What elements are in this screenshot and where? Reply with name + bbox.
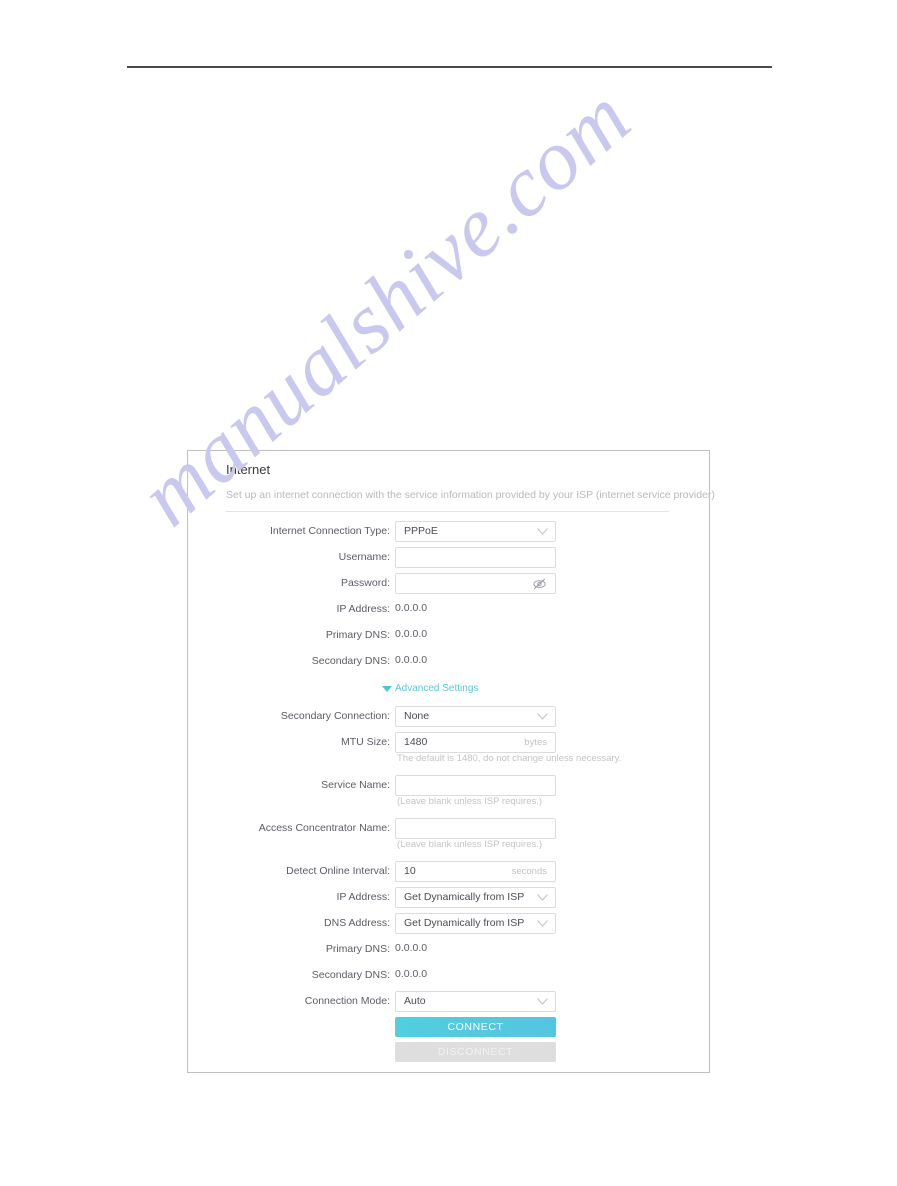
row-dns-address-mode: DNS Address: Get Dynamically from ISP xyxy=(188,913,709,939)
label-secondary-connection: Secondary Connection: xyxy=(280,710,390,722)
eye-slash-icon[interactable] xyxy=(532,577,547,591)
value-primary-dns-status: 0.0.0.0 xyxy=(395,628,428,640)
chevron-down-icon xyxy=(537,920,548,927)
row-password: Password: xyxy=(188,573,709,599)
label-dns-address-mode: DNS Address: xyxy=(324,917,390,929)
row-access-concentrator-name: Access Concentrator Name: xyxy=(188,818,709,839)
detect-online-interval-input[interactable]: 10 seconds xyxy=(395,861,556,882)
row-connect-button: CONNECT xyxy=(188,1017,709,1042)
mtu-size-input-value: 1480 xyxy=(404,736,428,748)
value-primary-dns-advanced: 0.0.0.0 xyxy=(395,942,428,954)
hint-access-concentrator-name: (Leave blank unless ISP requires.) xyxy=(397,839,543,850)
row-primary-dns-status: Primary DNS: 0.0.0.0 xyxy=(188,625,709,651)
label-internet-connection-type: Internet Connection Type: xyxy=(269,525,390,537)
detect-online-interval-unit: seconds xyxy=(511,866,547,877)
select-dns-address-mode-value: Get Dynamically from ISP xyxy=(404,917,525,929)
advanced-settings-toggle[interactable]: Advanced Settings xyxy=(382,683,479,694)
row-service-name: Service Name: xyxy=(188,775,709,796)
row-access-concentrator-hint: (Leave blank unless ISP requires.) xyxy=(188,836,709,861)
page-subtitle: Set up an internet connection with the s… xyxy=(226,489,715,501)
header-divider xyxy=(226,511,669,512)
row-secondary-dns-advanced: Secondary DNS: 0.0.0.0 xyxy=(188,965,709,991)
row-detect-online-interval: Detect Online Interval: 10 seconds xyxy=(188,861,709,887)
internet-form: Internet Connection Type: PPPoE Username… xyxy=(188,521,709,1067)
label-username: Username: xyxy=(338,551,390,563)
select-ip-address-mode[interactable]: Get Dynamically from ISP xyxy=(395,887,556,908)
page-title: Internet xyxy=(226,462,271,477)
select-dns-address-mode[interactable]: Get Dynamically from ISP xyxy=(395,913,556,934)
row-username: Username: xyxy=(188,547,709,573)
label-connection-mode: Connection Mode: xyxy=(304,995,390,1007)
label-access-concentrator-name: Access Concentrator Name: xyxy=(258,822,390,834)
row-internet-connection-type: Internet Connection Type: PPPoE xyxy=(188,521,709,547)
hint-mtu-size: The default is 1480, do not change unles… xyxy=(397,753,622,764)
value-secondary-dns-status: 0.0.0.0 xyxy=(395,654,428,666)
row-connection-mode: Connection Mode: Auto xyxy=(188,991,709,1017)
row-secondary-connection: Secondary Connection: None xyxy=(188,706,709,732)
advanced-settings-label: Advanced Settings xyxy=(395,683,479,694)
label-primary-dns-advanced: Primary DNS: xyxy=(325,943,390,955)
label-ip-address-status: IP Address: xyxy=(336,603,390,615)
triangle-down-icon xyxy=(382,686,392,692)
row-disconnect-button: DISCONNECT xyxy=(188,1042,709,1067)
row-mtu-size-hint: The default is 1480, do not change unles… xyxy=(188,750,709,775)
value-ip-address-status: 0.0.0.0 xyxy=(395,602,428,614)
mtu-size-unit: bytes xyxy=(524,737,547,748)
row-ip-address-mode: IP Address: Get Dynamically from ISP xyxy=(188,887,709,913)
label-detect-online-interval: Detect Online Interval: xyxy=(286,865,390,877)
chevron-down-icon xyxy=(537,894,548,901)
internet-settings-card: Internet Set up an internet connection w… xyxy=(187,450,715,1073)
connect-button[interactable]: CONNECT xyxy=(395,1017,556,1037)
label-secondary-dns-status: Secondary DNS: xyxy=(311,655,390,667)
label-service-name: Service Name: xyxy=(321,779,390,791)
username-input[interactable] xyxy=(395,547,556,568)
label-password: Password: xyxy=(340,577,390,589)
select-internet-connection-type-value: PPPoE xyxy=(404,525,438,537)
chevron-down-icon xyxy=(537,528,548,535)
row-mtu-size: MTU Size: 1480 bytes xyxy=(188,732,709,753)
chevron-down-icon xyxy=(537,713,548,720)
select-connection-mode[interactable]: Auto xyxy=(395,991,556,1012)
row-primary-dns-advanced: Primary DNS: 0.0.0.0 xyxy=(188,939,709,965)
disconnect-button[interactable]: DISCONNECT xyxy=(395,1042,556,1062)
row-service-name-hint: (Leave blank unless ISP requires.) xyxy=(188,793,709,818)
row-advanced-settings: Advanced Settings xyxy=(188,677,709,706)
label-primary-dns-status: Primary DNS: xyxy=(325,629,390,641)
select-internet-connection-type[interactable]: PPPoE xyxy=(395,521,556,542)
row-secondary-dns-status: Secondary DNS: 0.0.0.0 xyxy=(188,651,709,677)
select-connection-mode-value: Auto xyxy=(404,995,426,1007)
detect-online-interval-input-value: 10 xyxy=(404,865,416,877)
password-input[interactable] xyxy=(395,573,556,594)
select-secondary-connection-value: None xyxy=(404,710,430,722)
label-mtu-size: MTU Size: xyxy=(340,736,390,748)
label-secondary-dns-advanced: Secondary DNS: xyxy=(311,969,390,981)
select-ip-address-mode-value: Get Dynamically from ISP xyxy=(404,891,525,903)
chevron-down-icon xyxy=(537,998,548,1005)
select-secondary-connection[interactable]: None xyxy=(395,706,556,727)
page-header-rule xyxy=(127,66,772,68)
label-ip-address-mode: IP Address: xyxy=(336,891,390,903)
row-ip-address-status: IP Address: 0.0.0.0 xyxy=(188,599,709,625)
value-secondary-dns-advanced: 0.0.0.0 xyxy=(395,968,428,980)
hint-service-name: (Leave blank unless ISP requires.) xyxy=(397,796,543,807)
